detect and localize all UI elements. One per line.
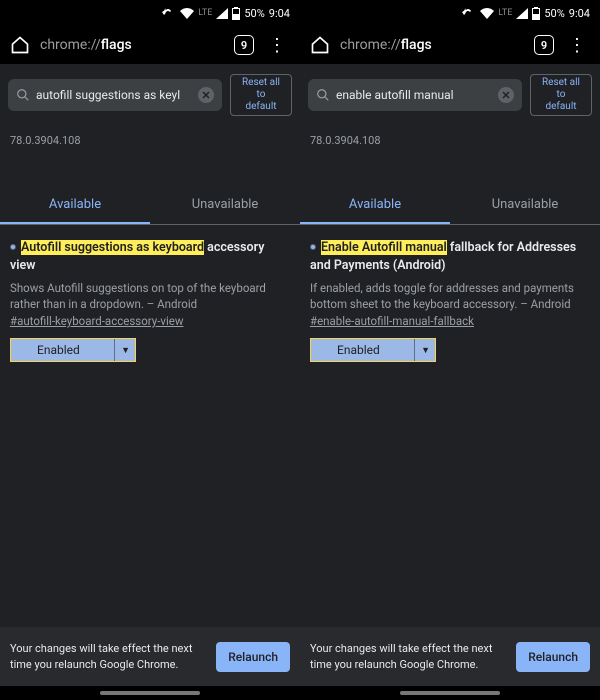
tab-available[interactable]: Available: [0, 187, 150, 224]
battery-percent: 50%: [544, 7, 564, 20]
flag-description: If enabled, adds toggle for addresses an…: [310, 280, 590, 312]
tab-available[interactable]: Available: [300, 187, 450, 224]
gesture-bar: [0, 686, 300, 700]
relaunch-button[interactable]: Relaunch: [216, 642, 290, 672]
flag-description: Shows Autofill suggestions on top of the…: [10, 280, 290, 312]
clock: 9:04: [569, 7, 590, 20]
relaunch-button[interactable]: Relaunch: [516, 642, 590, 672]
gesture-bar: [300, 686, 600, 700]
relaunch-banner: Your changes will take effect the next t…: [300, 627, 600, 686]
flag-title: Autofill suggestions as keyboard accesso…: [10, 239, 290, 274]
home-icon[interactable]: [310, 35, 330, 55]
url-bar[interactable]: chrome://flags: [340, 37, 524, 53]
chevron-down-icon: ▼: [121, 345, 130, 356]
search-input[interactable]: [36, 88, 192, 102]
wifi-icon: [480, 8, 494, 19]
flag-title: Enable Autofill manual fallback for Addr…: [310, 239, 590, 274]
status-bar: LTE 50% 9:04: [0, 0, 300, 26]
browser-topbar: chrome://flags 9 ⋮: [0, 26, 300, 64]
search-row: Reset all todefault: [0, 64, 300, 126]
browser-topbar: chrome://flags 9 ⋮: [300, 26, 600, 64]
signal-icon: [216, 8, 228, 19]
search-input[interactable]: [336, 88, 492, 102]
modified-dot-icon: [10, 244, 16, 250]
call-wifi-icon: [462, 8, 476, 19]
network-label: LTE: [198, 8, 212, 18]
flag-list: Autofill suggestions as keyboard accesso…: [0, 225, 300, 627]
flag-state-dropdown[interactable]: Enabled▼: [310, 338, 436, 362]
network-label: LTE: [498, 8, 512, 18]
version-label: 78.0.3904.108: [0, 126, 300, 187]
tab-switcher[interactable]: 9: [534, 35, 554, 55]
flag-anchor-link[interactable]: #autofill-keyboard-accessory-view: [10, 314, 290, 328]
search-icon: [316, 88, 330, 102]
modified-dot-icon: [310, 244, 316, 250]
search-icon: [16, 88, 30, 102]
tab-unavailable[interactable]: Unavailable: [450, 187, 600, 224]
flag-anchor-link[interactable]: #enable-autofill-manual-fallback: [310, 314, 590, 328]
reset-all-button[interactable]: Reset all todefault: [230, 74, 292, 116]
home-icon[interactable]: [10, 35, 30, 55]
search-box[interactable]: [308, 79, 522, 111]
tab-switcher[interactable]: 9: [234, 35, 254, 55]
battery-percent: 50%: [244, 7, 264, 20]
call-wifi-icon: [162, 8, 176, 19]
search-box[interactable]: [8, 79, 222, 111]
tab-unavailable[interactable]: Unavailable: [150, 187, 300, 224]
version-label: 78.0.3904.108: [300, 126, 600, 187]
battery-icon: [232, 7, 240, 20]
flag-state-dropdown[interactable]: Enabled▼: [10, 338, 136, 362]
overflow-menu-icon[interactable]: ⋮: [564, 35, 590, 56]
relaunch-message: Your changes will take effect the next t…: [10, 641, 206, 672]
signal-icon: [516, 8, 528, 19]
clear-search-icon[interactable]: [498, 87, 514, 103]
wifi-icon: [180, 8, 194, 19]
overflow-menu-icon[interactable]: ⋮: [264, 35, 290, 56]
relaunch-banner: Your changes will take effect the next t…: [0, 627, 300, 686]
flag-tabs: Available Unavailable: [300, 187, 600, 225]
flag-list: Enable Autofill manual fallback for Addr…: [300, 225, 600, 627]
clock: 9:04: [269, 7, 290, 20]
relaunch-message: Your changes will take effect the next t…: [310, 641, 506, 672]
battery-icon: [532, 7, 540, 20]
chevron-down-icon: ▼: [421, 345, 430, 356]
status-bar: LTE 50% 9:04: [300, 0, 600, 26]
search-row: Reset all todefault: [300, 64, 600, 126]
reset-all-button[interactable]: Reset all todefault: [530, 74, 592, 116]
url-bar[interactable]: chrome://flags: [40, 37, 224, 53]
clear-search-icon[interactable]: [198, 87, 214, 103]
flag-tabs: Available Unavailable: [0, 187, 300, 225]
